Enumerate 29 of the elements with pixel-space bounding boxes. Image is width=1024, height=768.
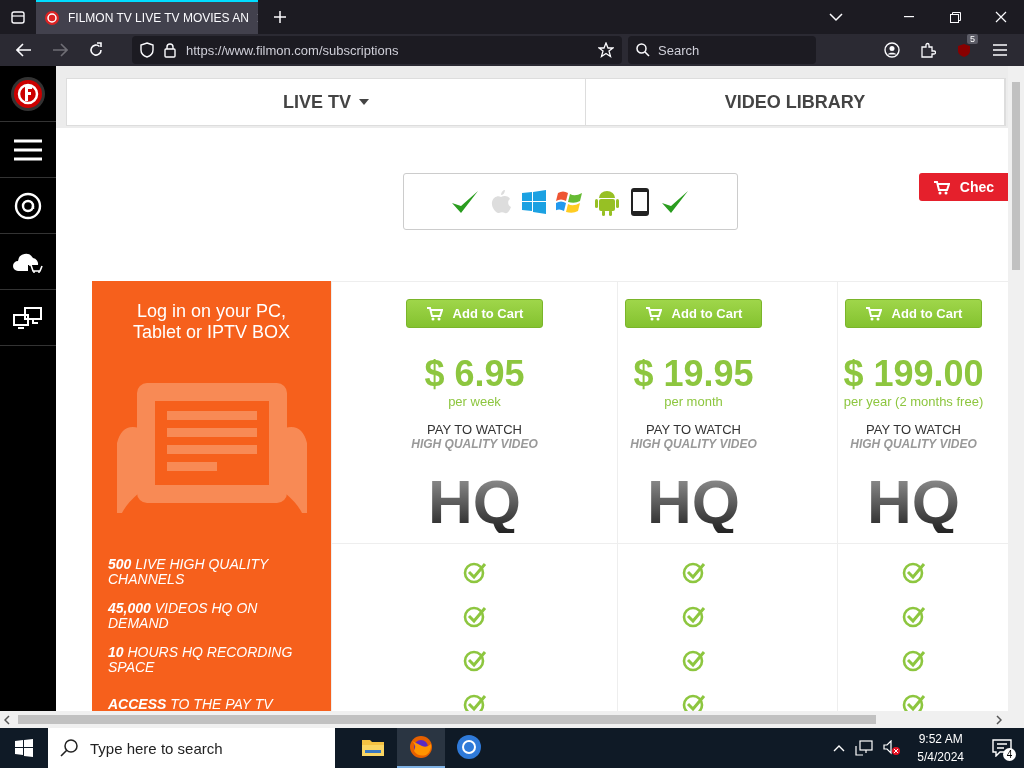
billing-period: per month — [664, 394, 723, 410]
promo-title: Log in on your PC, Tablet or IPTV BOX — [132, 301, 291, 343]
nav-tab[interactable]: VIDEO LIBRARY — [586, 79, 1005, 125]
nav-tab[interactable]: LIVE TV — [67, 79, 586, 125]
address-bar[interactable]: https://www.filmon.com/subscriptions — [132, 36, 622, 64]
tab-title: FILMON TV LIVE TV MOVIES AN — [68, 11, 249, 25]
feature-text: ACCESS TO THE PAY TV — [108, 696, 273, 711]
access-label: PAY TO WATCH — [646, 422, 741, 437]
plan-price: $ 6.95 — [424, 354, 525, 394]
checkout-button[interactable]: Chec — [918, 173, 1008, 201]
taskbar-clock[interactable]: 9:52 AM 5/4/2024 — [911, 730, 970, 766]
extension-badge: 5 — [967, 34, 978, 44]
billing-period: per year (2 months free) — [843, 394, 984, 410]
browser-tab[interactable]: FILMON TV LIVE TV MOVIES AN — [36, 0, 258, 34]
feature-text: 45,000 VIDEOS HQ ON DEMAND — [108, 601, 259, 631]
quality-label: HIGH QUALITY VIDEO — [630, 437, 757, 451]
billing-period: per week — [448, 394, 501, 410]
quality-label: HIGH QUALITY VIDEO — [411, 437, 538, 451]
plan-price: $ 199.00 — [843, 354, 984, 394]
feature-text: 500 LIVE HIGH QUALITY CHANNELS — [108, 557, 270, 587]
plan-price: $ 19.95 — [633, 354, 754, 394]
taskbar-search-field[interactable]: Type here to search — [48, 728, 335, 768]
url-text: https://www.filmon.com/subscriptions — [186, 42, 400, 58]
quality-label: HIGH QUALITY VIDEO — [850, 437, 977, 451]
search-field[interactable]: Search — [628, 36, 816, 64]
access-label: PAY TO WATCH — [866, 422, 961, 437]
notification-count: 4 — [1003, 748, 1016, 761]
access-label: PAY TO WATCH — [427, 422, 522, 437]
feature-text: 10 HOURS HQ RECORDING SPACE — [108, 645, 294, 675]
